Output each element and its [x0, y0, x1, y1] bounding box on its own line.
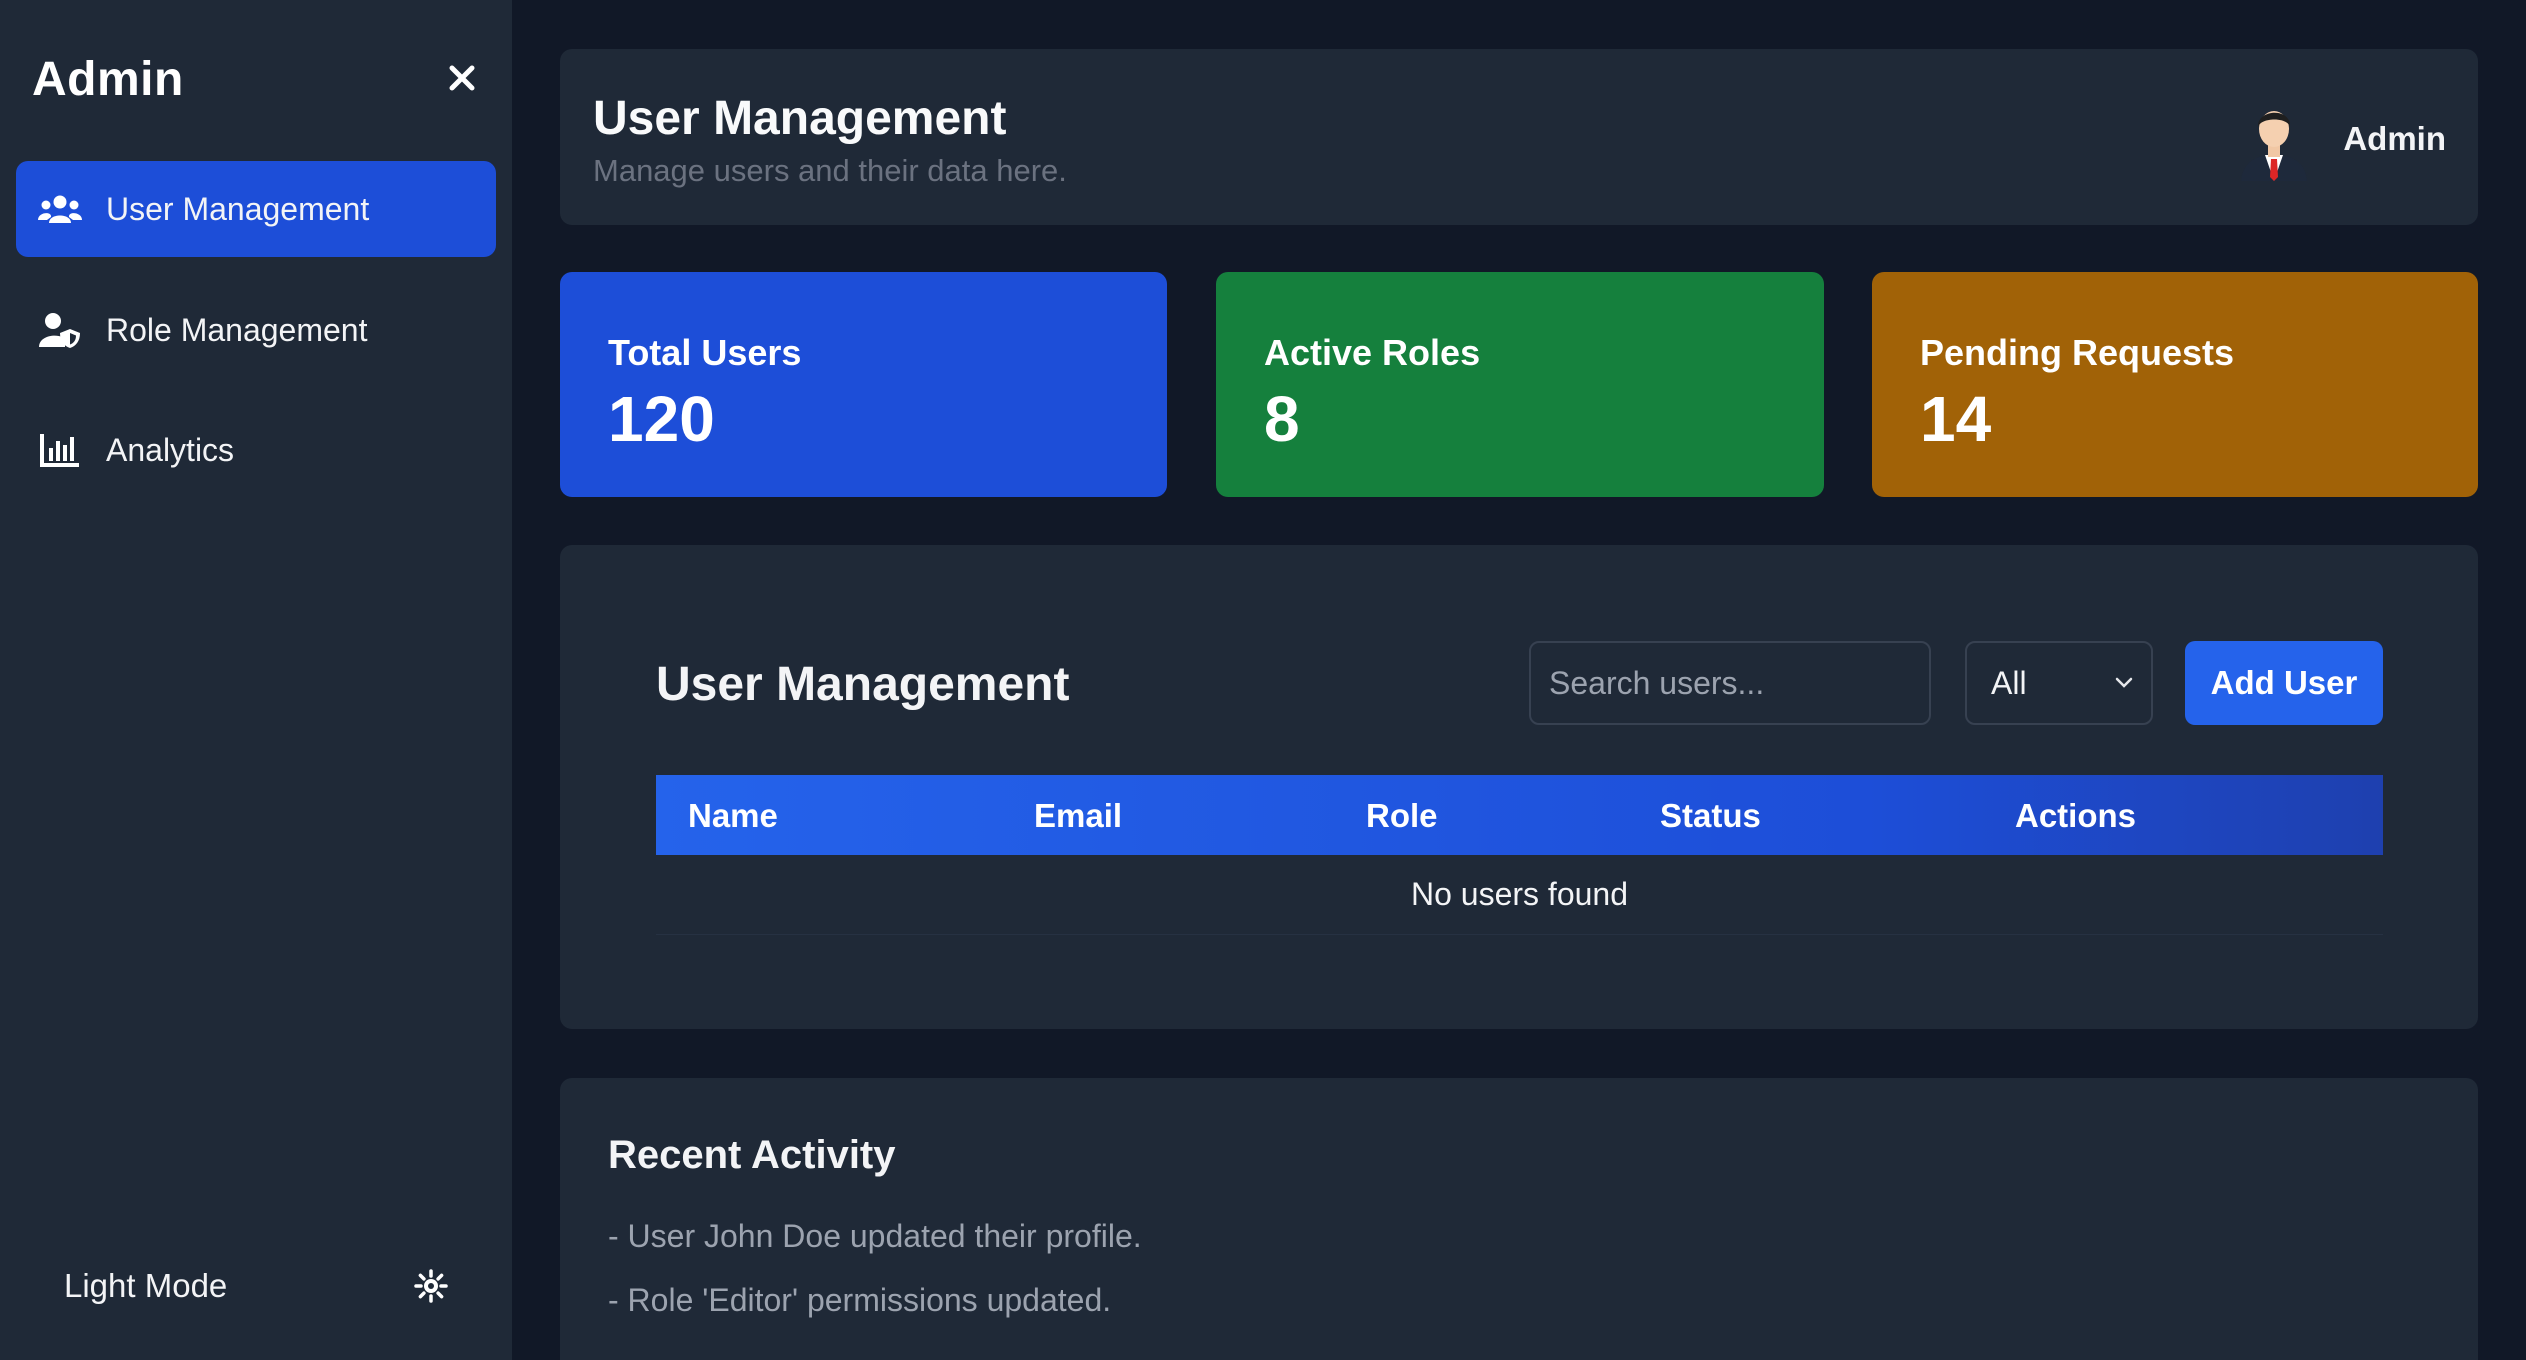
user-profile[interactable]: Admin [2235, 97, 2446, 181]
bar-chart-icon [38, 430, 82, 470]
add-user-button[interactable]: Add User [2185, 641, 2383, 725]
user-shield-icon [38, 310, 82, 350]
stat-card-pending-requests: Pending Requests 14 [1872, 272, 2478, 497]
activity-item: - Role 'Editor' permissions updated. [608, 1282, 1112, 1318]
column-header-status[interactable]: Status [1660, 797, 1761, 835]
recent-activity-panel: Recent Activity - User John Doe updated … [560, 1078, 2478, 1360]
sidebar-item-label: Analytics [106, 431, 235, 468]
sidebar-item-label: User Management [106, 190, 370, 227]
stat-title: Pending Requests [1920, 332, 2235, 373]
stat-value: 8 [1264, 383, 1300, 455]
activity-title: Recent Activity [608, 1133, 896, 1177]
panel-title: User Management [656, 658, 1070, 711]
sidebar: Admin User Management Role Management An… [0, 0, 512, 1360]
stat-value: 14 [1920, 383, 1992, 455]
sidebar-item-user-management[interactable]: User Management [16, 161, 496, 257]
table-header: Name Email Role Status Actions [656, 775, 2383, 855]
stat-title: Total Users [608, 332, 802, 373]
stat-card-active-roles: Active Roles 8 [1216, 272, 1824, 497]
theme-toggle-button[interactable]: Light Mode [32, 1240, 480, 1332]
stat-value: 120 [608, 383, 715, 455]
column-header-email[interactable]: Email [1034, 797, 1122, 835]
chevron-down-icon [2115, 677, 2133, 688]
page-title: User Management [593, 92, 1007, 145]
search-input[interactable] [1529, 641, 1931, 725]
stat-card-total-users: Total Users 120 [560, 272, 1167, 497]
close-sidebar-button[interactable] [440, 56, 484, 100]
stat-title: Active Roles [1264, 332, 1481, 373]
empty-table-message: No users found [656, 855, 2383, 935]
theme-toggle-label: Light Mode [64, 1267, 228, 1304]
role-filter-select[interactable]: All [1965, 641, 2153, 725]
sidebar-item-label: Role Management [106, 311, 368, 348]
profile-name: Admin [2343, 120, 2446, 157]
sidebar-item-analytics[interactable]: Analytics [16, 402, 496, 498]
close-icon [449, 65, 475, 91]
users-icon [38, 189, 82, 229]
avatar [2235, 97, 2313, 181]
sidebar-brand: Admin [32, 53, 184, 106]
column-header-name[interactable]: Name [688, 797, 778, 835]
activity-item: - User John Doe updated their profile. [608, 1218, 1142, 1254]
page-subtitle: Manage users and their data here. [593, 153, 1067, 188]
role-filter-value: All [1991, 664, 2027, 701]
page-header: User Management Manage users and their d… [560, 49, 2478, 225]
column-header-role[interactable]: Role [1366, 797, 1438, 835]
sidebar-item-role-management[interactable]: Role Management [16, 282, 496, 378]
users-panel: User Management All Add User Name Email … [560, 545, 2478, 1029]
column-header-actions: Actions [2015, 797, 2137, 834]
app-root: Admin User Management Role Management An… [0, 0, 2526, 1360]
sun-icon [414, 1269, 448, 1303]
